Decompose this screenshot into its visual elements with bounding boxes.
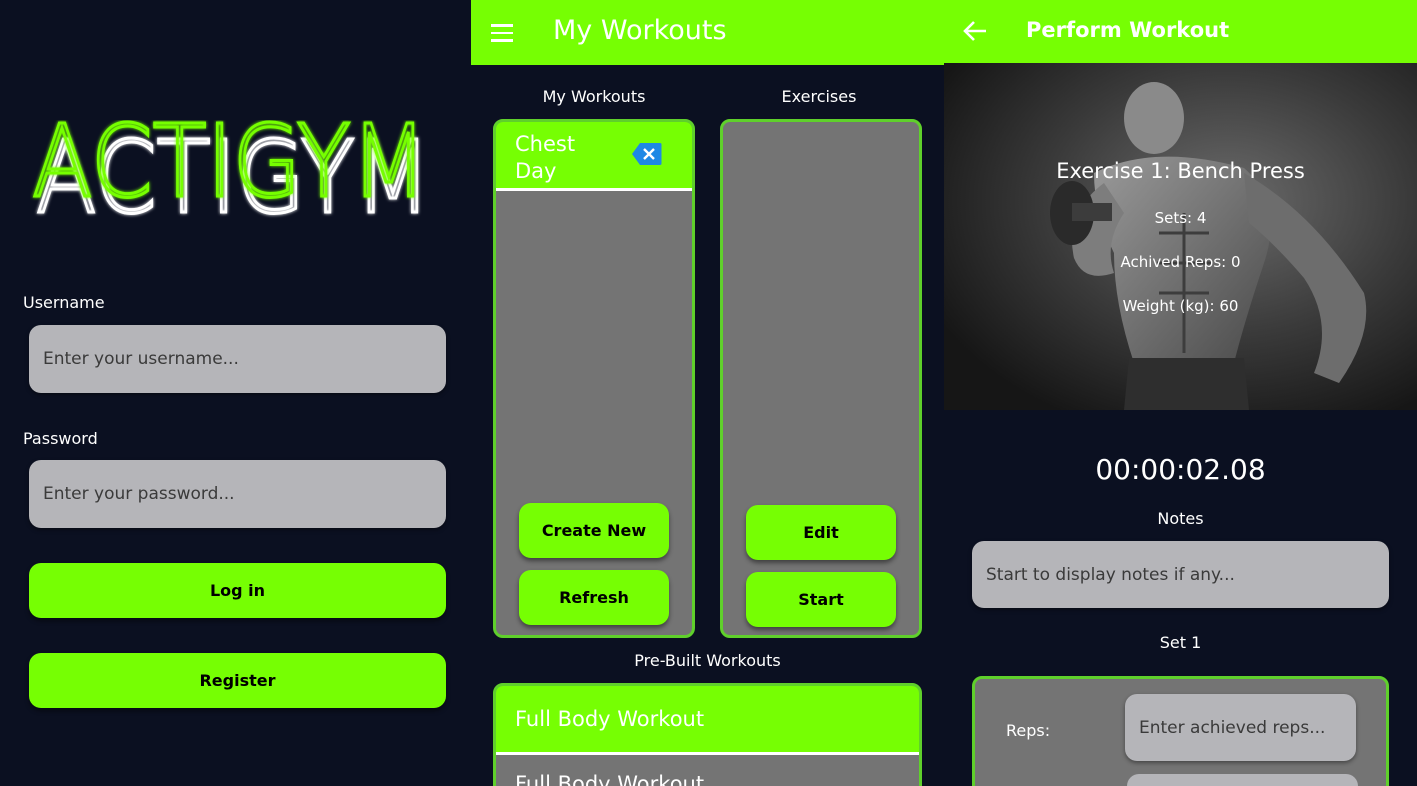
delete-icon[interactable] — [632, 142, 662, 166]
set-card: Reps: — [972, 676, 1389, 786]
password-label: Password — [23, 429, 98, 448]
workout-name[interactable]: Full Body Workout — [515, 772, 704, 786]
weight-text: Weight (kg): 60 — [1122, 297, 1239, 315]
exercises-list: Edit Start — [720, 119, 922, 638]
workout-timer: 00:00:02.08 — [1095, 453, 1266, 486]
edit-button[interactable]: Edit — [746, 505, 896, 560]
reps-input[interactable] — [1125, 694, 1356, 761]
login-screen: ACTIGYM ACTIGYM Username Password Log in… — [0, 0, 471, 786]
perform-workout-screen: Perform Workout Exercise 1: Bench Press … — [944, 0, 1417, 786]
my-workouts-list: Chest Day Create New Refresh — [493, 119, 695, 638]
workouts-screen: My Workouts My Workouts Exercises Chest … — [471, 0, 944, 786]
svg-text:ACTIGYM: ACTIGYM — [32, 120, 427, 220]
menu-icon[interactable] — [491, 24, 513, 42]
prebuilt-list: Full Body Workout Full Body Workout — [493, 683, 922, 786]
reps-label: Reps: — [1006, 721, 1051, 740]
username-label: Username — [23, 293, 105, 312]
password-input[interactable] — [29, 460, 446, 528]
refresh-button[interactable]: Refresh — [519, 570, 669, 625]
workout-name: Chest Day — [515, 132, 576, 183]
app-bar: Perform Workout — [944, 0, 1417, 63]
my-workouts-label: My Workouts — [542, 87, 646, 106]
login-button[interactable]: Log in — [29, 563, 446, 618]
sets-text: Sets: 4 — [1154, 209, 1207, 227]
set-label: Set 1 — [1159, 633, 1202, 652]
list-item[interactable]: Chest Day — [496, 122, 692, 191]
prebuilt-label: Pre-Built Workouts — [634, 651, 781, 670]
page-title: My Workouts — [553, 15, 727, 46]
exercise-title: Exercise 1: Bench Press — [1056, 159, 1305, 183]
create-new-button[interactable]: Create New — [519, 503, 669, 558]
username-input[interactable] — [29, 325, 446, 393]
list-item[interactable]: Full Body Workout — [496, 686, 919, 755]
achieved-reps-text: Achived Reps: 0 — [1120, 253, 1241, 271]
start-button[interactable]: Start — [746, 572, 896, 627]
actigym-logo: ACTIGYM ACTIGYM — [31, 120, 433, 238]
notes-label: Notes — [1157, 509, 1204, 528]
weight-input[interactable] — [1127, 774, 1358, 786]
page-title: Perform Workout — [1026, 18, 1230, 42]
back-arrow-icon[interactable] — [962, 18, 988, 44]
workout-name: Full Body Workout — [515, 707, 705, 731]
app-bar: My Workouts — [471, 0, 944, 65]
athlete-photo — [944, 63, 1417, 410]
exercise-hero: Exercise 1: Bench Press Sets: 4 Achived … — [944, 63, 1417, 410]
exercises-label: Exercises — [781, 87, 857, 106]
register-button[interactable]: Register — [29, 653, 446, 708]
notes-field[interactable] — [972, 541, 1389, 608]
